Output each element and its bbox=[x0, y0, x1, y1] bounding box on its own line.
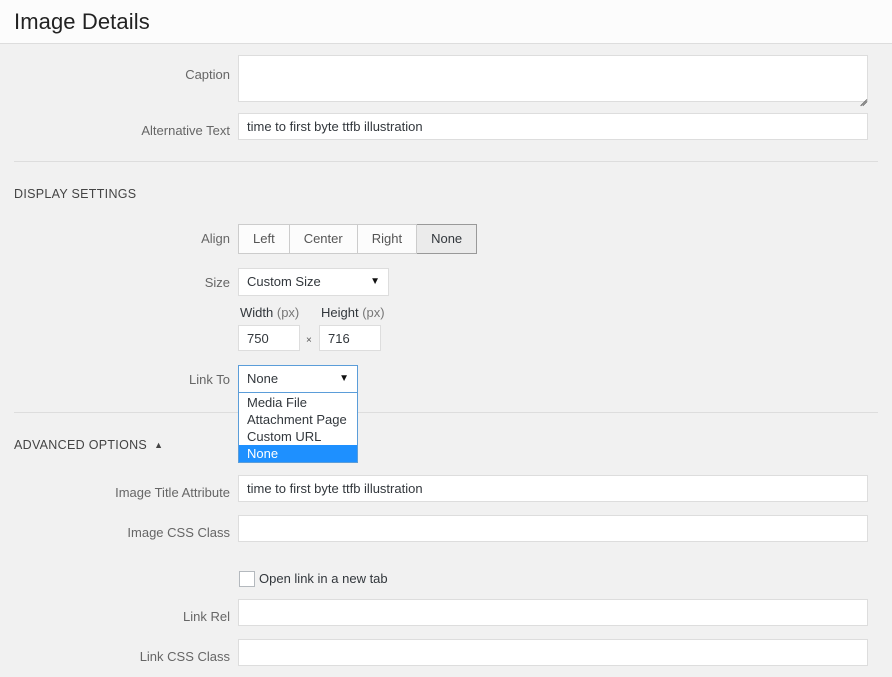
dimension-separator: × bbox=[306, 335, 312, 346]
chevron-down-icon: ▼ bbox=[339, 373, 349, 384]
width-label-unit: (px) bbox=[276, 305, 300, 320]
open-new-tab-checkbox[interactable] bbox=[239, 571, 255, 587]
section-divider-display bbox=[14, 161, 878, 162]
align-button-right[interactable]: Right bbox=[357, 224, 418, 254]
link-to-select-value: None bbox=[247, 371, 279, 386]
width-label: Width (px) bbox=[240, 304, 299, 321]
link-rel-label: Link Rel bbox=[183, 609, 230, 624]
chevron-up-icon[interactable]: ▲ bbox=[154, 437, 163, 453]
display-settings-heading: DISPLAY SETTINGS bbox=[14, 186, 136, 202]
align-button-group: Left Center Right None bbox=[238, 224, 478, 254]
align-button-center[interactable]: Center bbox=[289, 224, 358, 254]
open-new-tab-label[interactable]: Open link in a new tab bbox=[259, 571, 388, 587]
link-css-class-label: Link CSS Class bbox=[139, 649, 230, 664]
align-button-left[interactable]: Left bbox=[238, 224, 290, 254]
image-css-class-label: Image CSS Class bbox=[127, 525, 230, 540]
advanced-options-heading[interactable]: ADVANCED OPTIONS ▲ bbox=[14, 437, 163, 453]
image-title-attribute-label: Image Title Attribute bbox=[115, 485, 230, 500]
link-to-label: Link To bbox=[189, 372, 230, 387]
height-label: Height (px) bbox=[321, 304, 385, 321]
caption-label: Caption bbox=[185, 67, 230, 82]
height-label-text: Height bbox=[321, 305, 359, 320]
dropdown-option-media-file[interactable]: Media File bbox=[239, 394, 357, 411]
chevron-down-icon: ▼ bbox=[370, 276, 380, 287]
dropdown-option-custom-url[interactable]: Custom URL bbox=[239, 428, 357, 445]
modal-header: Image Details bbox=[0, 0, 892, 44]
link-rel-input[interactable] bbox=[238, 599, 868, 626]
height-input[interactable] bbox=[319, 325, 381, 351]
link-to-select[interactable]: None ▼ bbox=[238, 365, 358, 393]
link-css-class-input[interactable] bbox=[238, 639, 868, 666]
height-label-unit: (px) bbox=[362, 305, 385, 320]
link-to-dropdown-list: Media File Attachment Page Custom URL No… bbox=[238, 393, 358, 463]
align-label: Align bbox=[201, 231, 230, 246]
dropdown-option-none[interactable]: None bbox=[239, 445, 357, 462]
display-settings-heading-text: DISPLAY SETTINGS bbox=[14, 187, 137, 201]
caption-input[interactable] bbox=[238, 55, 868, 102]
size-select[interactable]: Custom Size ▼ bbox=[238, 268, 389, 296]
modal-body: Caption Alternative Text DISPLAY SETTING… bbox=[0, 45, 892, 677]
alternative-text-input[interactable] bbox=[238, 113, 868, 140]
size-label: Size bbox=[204, 275, 230, 290]
width-label-text: Width bbox=[240, 305, 274, 320]
section-divider-advanced bbox=[14, 412, 878, 413]
image-title-attribute-input[interactable] bbox=[238, 475, 868, 502]
dropdown-option-attachment-page[interactable]: Attachment Page bbox=[239, 411, 357, 428]
size-select-value: Custom Size bbox=[247, 274, 321, 289]
page-title: Image Details bbox=[14, 9, 150, 34]
image-css-class-input[interactable] bbox=[238, 515, 868, 542]
advanced-options-heading-text: ADVANCED OPTIONS bbox=[14, 438, 148, 452]
width-input[interactable] bbox=[238, 325, 300, 351]
align-button-none[interactable]: None bbox=[417, 224, 478, 254]
alternative-text-label: Alternative Text bbox=[141, 123, 230, 138]
